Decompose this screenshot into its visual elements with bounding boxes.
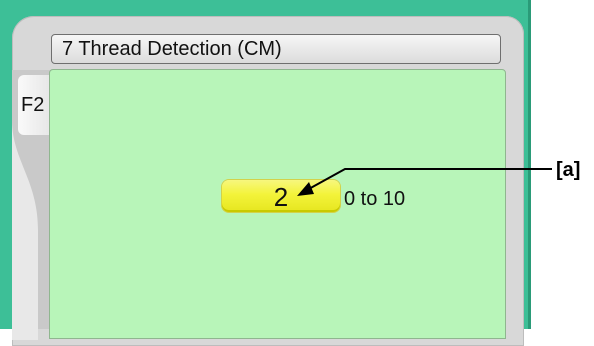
setting-value: 2 [273, 182, 289, 212]
tab-f2-label: F2 [21, 94, 45, 116]
page-title: 7 Thread Detection (CM) [62, 38, 282, 60]
setting-value-button[interactable]: 2 [222, 180, 340, 212]
device-screen: 7 Thread Detection (CM) F2 2 0 to 10 [0, 0, 531, 346]
callout-label: [a] [556, 159, 581, 181]
setting-range: 0 to 10 [344, 188, 406, 210]
side-strip-curve [12, 120, 38, 340]
title-bar: 7 Thread Detection (CM) [51, 34, 501, 64]
